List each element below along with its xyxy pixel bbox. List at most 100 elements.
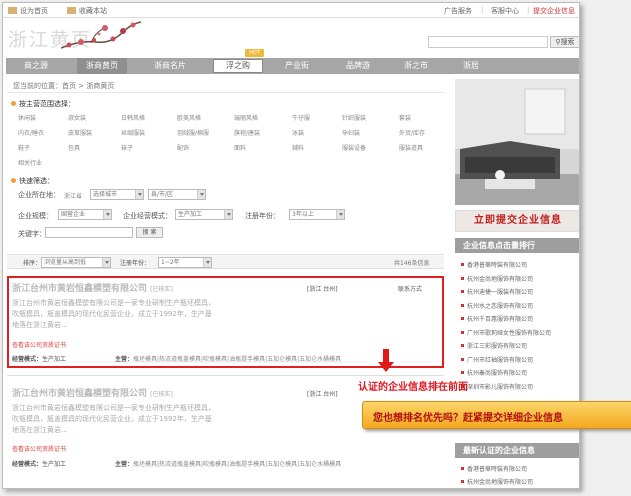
district-select[interactable]: 县/市/区 [148, 189, 206, 200]
plum-blossom-decoration [61, 21, 141, 49]
ranking-item[interactable]: 香港普華時裝有限公司 [461, 260, 527, 269]
bookmark-icon [67, 7, 76, 14]
category-link[interactable]: 套装 [399, 113, 411, 122]
ranking-item[interactable]: 杭州水之恋服饰有限公司 [461, 301, 533, 310]
nav-item-living[interactable]: 浙居 [446, 58, 496, 74]
category-link[interactable]: 丝绸服装 [121, 128, 145, 137]
category-link[interactable]: 辅料 [292, 143, 304, 152]
category-link[interactable]: 皮草服装 [68, 128, 92, 137]
category-link[interactable]: 淑女装 [68, 113, 86, 122]
set-homepage-link[interactable]: 设为首页 [8, 6, 48, 16]
search-button[interactable]: ⚲搜索 [550, 36, 579, 48]
nav-item-business-cards[interactable]: 浙商名片 [145, 58, 195, 74]
bullet-icon [461, 344, 464, 347]
category-link[interactable]: 内衣/睡衣 [18, 128, 44, 137]
company-title[interactable]: 浙江台州市黄岩恒鑫模塑有限公司 [已核实] [12, 386, 173, 399]
category-link[interactable]: 包具 [68, 143, 80, 152]
category-link[interactable]: 配饰 [177, 143, 189, 152]
company-title[interactable]: 浙江台州市黄岩恒鑫模塑有限公司 [已核实] [12, 281, 173, 294]
category-link[interactable]: 袜子 [121, 143, 133, 152]
category-link[interactable]: 羽绒服/棉服 [177, 128, 209, 137]
category-link[interactable]: 牛仔服 [292, 113, 310, 122]
red-arrow-stem [383, 349, 389, 362]
category-link[interactable]: 休闲装 [18, 113, 36, 122]
ranking-item[interactable]: 广州市红袖服饰有限公司 [461, 355, 533, 364]
record-divider [7, 375, 444, 376]
latest-item[interactable]: 杭州金尚地服饰有限公司 [461, 477, 533, 486]
bullet-icon [461, 276, 464, 280]
ranking-item[interactable]: 杭州秦尚服饰有限公司 [461, 368, 527, 377]
ranking-item[interactable]: 杭州金尚地服饰有限公司 [461, 274, 533, 283]
category-link[interactable]: 旗袍/唐装 [234, 128, 260, 137]
nav-item-brand-tour[interactable]: 品牌游 [333, 58, 383, 74]
priority-ranking-cta[interactable]: 您也想排名优先吗？赶紧提交详细企业信息 [362, 401, 631, 429]
nav-item-shopping[interactable]: 浮之购 [213, 59, 263, 73]
category-link[interactable]: 孕妇装 [342, 128, 360, 137]
ranking-item[interactable]: 杭州千百惠服饰有限公司 [461, 314, 533, 323]
chevron-down-icon [103, 210, 111, 219]
latest-item[interactable]: 香港普華時裝有限公司 [461, 464, 527, 473]
main-nav: 商之源 浙商黄页 浙商名片 浮之购 产业街 品牌游 浙之市 浙居 [6, 58, 579, 74]
business-mode: 经营模式：生产加工 [12, 461, 67, 468]
click-ranking-heading: 企业信息点击量排行 [455, 238, 579, 253]
scale-select[interactable]: 国营企业 [58, 209, 112, 220]
category-link[interactable]: 面料 [234, 143, 246, 152]
nav-item-market[interactable]: 浙之市 [391, 58, 441, 74]
year-label: 注册年份： [245, 212, 280, 220]
contact-link[interactable]: 联系方式 [398, 284, 422, 293]
orange-bullet-icon [11, 178, 16, 183]
bullet-icon [461, 290, 464, 293]
category-link[interactable]: 欧美风格 [177, 113, 201, 122]
red-arrow-icon [378, 362, 394, 372]
bookmark-link[interactable]: 收藏本站 [67, 6, 107, 16]
keyword-input[interactable] [45, 227, 133, 238]
city-select[interactable]: 选择城市 [90, 189, 144, 200]
submit-company-info-button[interactable]: 立即提交企业信息 [455, 210, 579, 232]
certificate-link[interactable]: 查看该公司资质证书 [12, 340, 66, 349]
location-label: 企业所在地： [18, 191, 60, 199]
chevron-down-icon [135, 190, 143, 199]
search-input[interactable] [428, 36, 548, 48]
year-select[interactable]: 3年以上 [289, 209, 345, 220]
filter-search-button[interactable]: 搜 索 [136, 227, 163, 238]
chevron-down-icon [224, 210, 232, 219]
category-link[interactable]: 服装设备 [342, 143, 366, 152]
category-link[interactable]: 外贸/库存 [399, 128, 425, 137]
category-link[interactable]: 日韩风格 [121, 113, 145, 122]
sort-select[interactable]: 浏览量从高到低 [41, 257, 111, 268]
category-link[interactable]: 瑞丽风格 [234, 113, 258, 122]
bullet-icon [461, 303, 464, 307]
company-description: 浙江台州市黄岩恒鑫模塑有限公司是一家专业研制生产瓶坯模具， 吹瓶模具，瓶盖模具的… [12, 404, 215, 434]
main-products: 主营：瓶坯模具|热流道瓶盖模具|吹瓶模具|油瓶提手模具|五加仑模具|五加仑水桶模… [115, 461, 342, 468]
submit-info-link[interactable]: 提交企业信息 [533, 6, 575, 16]
category-link[interactable]: 针织服装 [342, 113, 366, 122]
sofa-banner-image[interactable] [455, 79, 580, 205]
main-products: 主营：瓶坯模具|热流道瓶盖模具|吹瓶模具|油瓶提手模具|五加仑模具|五加仑水桶模… [115, 356, 342, 363]
business-mode: 经营模式：生产加工 [12, 356, 67, 363]
chevron-down-icon [102, 258, 110, 267]
mode-select[interactable]: 生产加工 [175, 209, 233, 220]
ranking-item[interactable]: 深圳市影儿服饰有限公司 [461, 382, 533, 391]
reg-year-label: 注册年份： [120, 260, 151, 267]
category-link[interactable]: 服装道具 [399, 143, 423, 152]
reg-year-select[interactable]: 1~2年 [158, 257, 212, 268]
nav-item-yellow-pages[interactable]: 浙商黄页 [77, 58, 127, 74]
nav-item-shangzhiyuan[interactable]: 商之源 [11, 58, 61, 74]
category-link[interactable]: 泳装 [292, 128, 304, 137]
ranking-item[interactable]: 杭州迪捷一服装有限公司 [461, 287, 533, 296]
sort-label: 排序： [23, 260, 42, 267]
category-link[interactable]: 相关行业 [18, 158, 42, 167]
customer-center-link[interactable]: 客服中心 [491, 6, 519, 16]
ranking-item[interactable]: 浙江三彩服饰有限公司 [461, 341, 527, 350]
certificate-link[interactable]: 查看该公司资质证书 [12, 444, 66, 453]
nav-item-industry-street[interactable]: 产业街 [272, 58, 322, 74]
ranking-item[interactable]: 广州市歌莉娅女性服饰有限公司 [461, 328, 551, 337]
filter-section-heading: 快速筛选： [11, 176, 54, 186]
bullet-icon [461, 480, 464, 483]
chevron-down-icon [336, 210, 344, 219]
top-separator: | [527, 6, 530, 14]
mode-label: 企业经营模式： [123, 212, 172, 220]
category-link[interactable]: 鞋子 [18, 143, 30, 152]
company-record: 浙江台州市黄岩恒鑫模塑有限公司 [已核实] [浙江 台州] 浙江台州市黄岩恒鑫模… [7, 383, 444, 475]
ad-service-link[interactable]: 广告服务 [444, 6, 472, 16]
